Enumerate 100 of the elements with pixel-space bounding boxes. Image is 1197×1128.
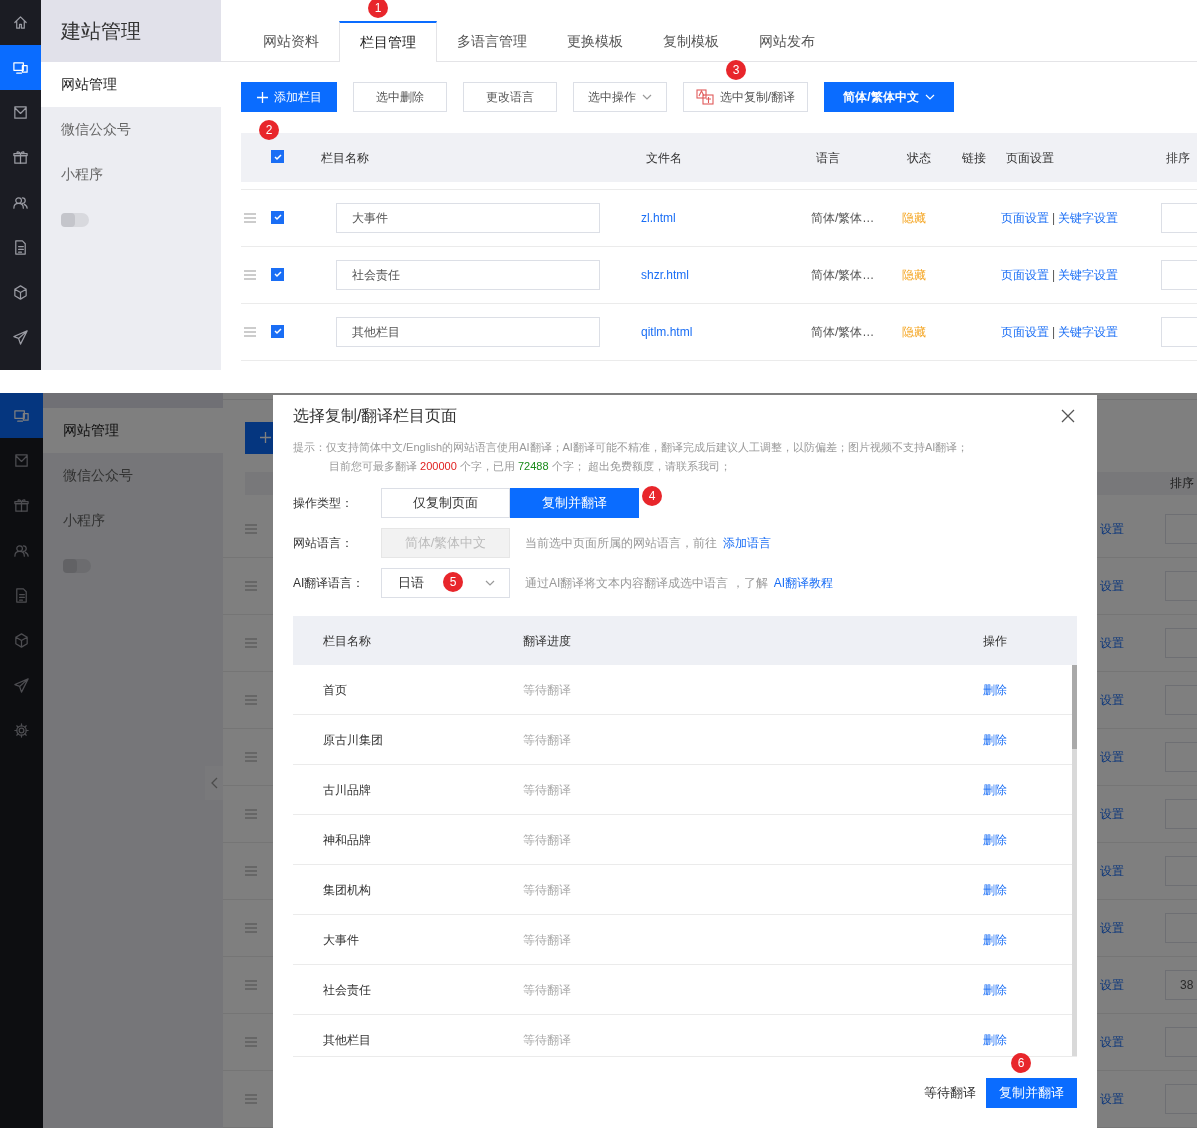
delete-link[interactable]: 删除 <box>983 780 1007 799</box>
keyword-settings-link[interactable]: 设置 <box>1100 579 1124 593</box>
page-settings-link[interactable]: 页面设置 <box>1001 325 1049 339</box>
drag-handle-icon[interactable] <box>244 270 256 280</box>
name-field[interactable]: 社会责任 <box>336 260 600 290</box>
file-link[interactable]: qitlm.html <box>641 325 693 339</box>
close-icon[interactable] <box>1061 409 1075 423</box>
paper-plane-icon <box>13 677 30 694</box>
cube-icon <box>12 284 29 301</box>
status-text: 隐藏 <box>902 325 926 339</box>
column-header: 操作 <box>983 632 1008 650</box>
tab[interactable]: 更换模板 <box>547 21 643 62</box>
drag-handle-icon[interactable] <box>245 524 257 534</box>
sidebar-item[interactable]: 小程序 <box>43 498 223 543</box>
column-header: 排序 <box>1169 475 1195 493</box>
drag-handle-icon[interactable] <box>244 213 256 223</box>
settings-icon <box>13 722 30 739</box>
table-cell-text: 集团机构 <box>322 881 371 899</box>
delete-link[interactable]: 删除 <box>983 680 1007 699</box>
keyword-settings-link[interactable]: 设置 <box>1100 864 1124 878</box>
sidebar-item[interactable]: 网站管理 <box>43 408 223 453</box>
home-icon <box>12 14 29 31</box>
table-cell-text: 等待翻译 <box>523 831 571 849</box>
name-field[interactable]: 大事件 <box>336 203 600 233</box>
keyword-settings-link[interactable]: 设置 <box>1100 921 1124 935</box>
cube-icon <box>13 632 30 649</box>
keyword-settings-link[interactable]: 设置 <box>1100 1035 1124 1049</box>
page-settings-link[interactable]: 页面设置 <box>1001 268 1049 282</box>
step-badge: 1 <box>368 0 388 18</box>
column-header: 翻译进度 <box>523 632 572 650</box>
delete-link[interactable]: 删除 <box>983 730 1007 749</box>
keyword-settings-link[interactable]: 设置 <box>1100 1092 1124 1106</box>
delete-link[interactable]: 删除 <box>983 1030 1007 1049</box>
delete-link[interactable]: 删除 <box>983 930 1007 949</box>
step-badge: 3 <box>726 60 746 80</box>
keyword-settings-link[interactable]: 关键字设置 <box>1058 268 1119 282</box>
keyword-settings-link[interactable]: 关键字设置 <box>1058 211 1119 225</box>
drag-handle-icon[interactable] <box>245 809 257 819</box>
language-text: 简体/繁体… <box>811 325 875 339</box>
check-icon <box>272 151 283 162</box>
inbox-icon <box>12 104 29 121</box>
tab[interactable]: 多语言管理 <box>437 21 547 62</box>
checkbox[interactable] <box>271 267 284 281</box>
tab[interactable]: 网站资料 <box>243 21 339 62</box>
document-icon <box>12 239 29 256</box>
segment-option[interactable]: 复制并翻译 <box>510 488 639 518</box>
delete-link[interactable]: 删除 <box>983 980 1007 999</box>
translate-button[interactable]: 选中复制/翻译 <box>683 82 808 112</box>
separator: | <box>1052 325 1056 339</box>
keyword-settings-link[interactable]: 设置 <box>1100 750 1124 764</box>
segment-option[interactable]: 仅复制页面 <box>381 488 510 518</box>
toggle-switch[interactable] <box>61 212 89 227</box>
gift-icon <box>13 497 30 514</box>
drag-handle-icon[interactable] <box>244 327 256 337</box>
table-cell-text: 社会责任 <box>322 981 371 999</box>
scrollbar[interactable] <box>1072 665 1077 1056</box>
keyword-settings-link[interactable]: 设置 <box>1100 807 1124 821</box>
add-column-button[interactable]: 添加栏目 <box>241 82 337 112</box>
dropdown-button[interactable]: 选中操作 <box>573 82 667 112</box>
tab[interactable]: 复制模板 <box>643 21 739 62</box>
file-link[interactable]: shzr.html <box>641 268 689 282</box>
keyword-settings-link[interactable]: 关键字设置 <box>1058 325 1119 339</box>
drag-handle-icon[interactable] <box>245 581 257 591</box>
sidebar-item[interactable]: 微信公众号 <box>43 453 223 498</box>
language-dropdown[interactable]: 简体/繁体中文 <box>824 82 954 112</box>
drag-handle-icon[interactable] <box>245 923 257 933</box>
column-header: 栏目名称 <box>320 149 370 167</box>
checkbox[interactable] <box>271 150 284 163</box>
drag-handle-icon[interactable] <box>245 980 257 990</box>
toolbar-button[interactable]: 更改语言 <box>463 82 557 112</box>
keyword-settings-link[interactable]: 设置 <box>1100 978 1124 992</box>
drag-handle-icon[interactable] <box>245 638 257 648</box>
sort-field[interactable]: 38 <box>1165 970 1197 1000</box>
tab[interactable]: 网站发布 <box>739 21 835 62</box>
table-cell-text: 等待翻译 <box>523 781 571 799</box>
toolbar-button[interactable]: 选中删除 <box>353 82 447 112</box>
users-icon <box>12 194 29 211</box>
keyword-settings-link[interactable]: 设置 <box>1100 636 1124 650</box>
tutorial-link[interactable]: AI翻译教程 <box>773 574 833 592</box>
drag-handle-icon[interactable] <box>245 1094 257 1104</box>
sidebar-item[interactable]: 微信公众号 <box>41 107 221 152</box>
sidebar-item[interactable]: 小程序 <box>41 152 221 197</box>
checkbox[interactable] <box>271 210 284 224</box>
drag-handle-icon[interactable] <box>245 695 257 705</box>
copy-translate-button[interactable]: 复制并翻译 <box>986 1078 1077 1108</box>
page-settings-link[interactable]: 页面设置 <box>1001 211 1049 225</box>
keyword-settings-link[interactable]: 设置 <box>1100 693 1124 707</box>
delete-link[interactable]: 删除 <box>983 830 1007 849</box>
drag-handle-icon[interactable] <box>245 866 257 876</box>
drag-handle-icon[interactable] <box>245 752 257 762</box>
checkbox[interactable] <box>271 324 284 338</box>
name-field[interactable]: 其他栏目 <box>336 317 600 347</box>
field-label: 操作类型： <box>293 495 354 512</box>
column-header: 栏目名称 <box>322 632 372 650</box>
delete-link[interactable]: 删除 <box>983 880 1007 899</box>
sidebar-item[interactable]: 网站管理 <box>41 62 221 107</box>
tab[interactable]: 栏目管理 <box>339 21 437 62</box>
file-link[interactable]: zl.html <box>641 211 676 225</box>
drag-handle-icon[interactable] <box>245 1037 257 1047</box>
keyword-settings-link[interactable]: 设置 <box>1100 522 1124 536</box>
